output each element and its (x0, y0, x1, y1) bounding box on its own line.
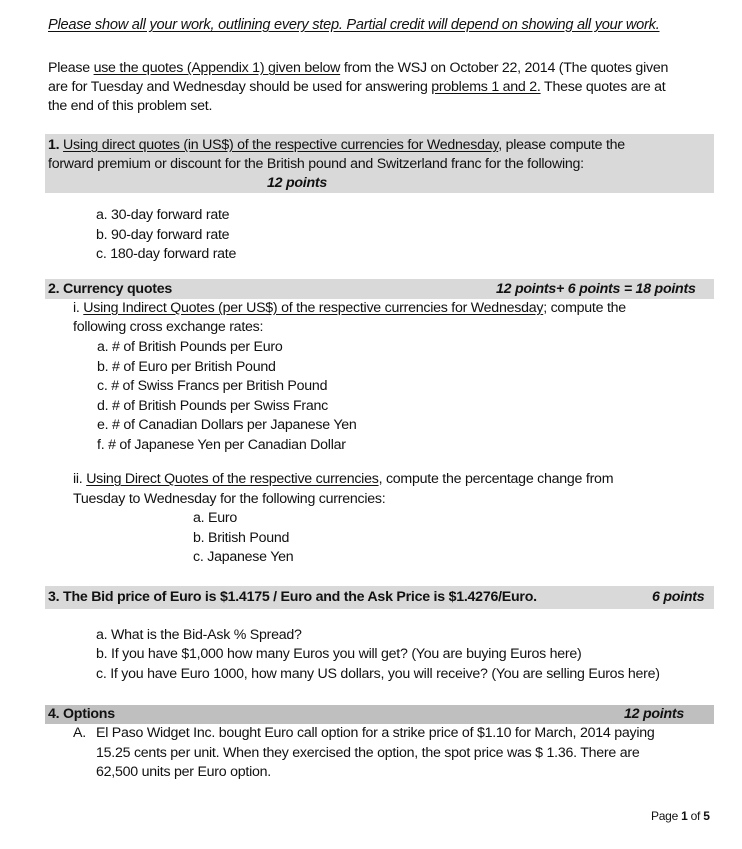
q1-points: 12 points (267, 175, 328, 191)
intro-line-1: Please use the quotes (Appendix 1) given… (48, 59, 668, 78)
q2-part-ii-item: a. Euro (193, 510, 237, 526)
q2-part-i-item: d. # of British Pounds per Swiss Franc (97, 398, 329, 414)
q1-rest: , please compute the (498, 137, 625, 153)
of-word: of (687, 809, 704, 823)
q4-A-line-2: 15.25 cents per unit. When they exercise… (96, 745, 640, 761)
q2-part-i-item: f. # of Japanese Yen per Canadian Dollar (97, 437, 346, 453)
q3-title: 3. The Bid price of Euro is $1.4175 / Eu… (48, 589, 537, 605)
q2-part-ii-prefix: ii. (73, 471, 87, 487)
q1-line-1: 1. Using direct quotes (in US$) of the r… (48, 136, 625, 155)
intro-line2-post: These quotes are at (540, 79, 666, 95)
q2-points: 12 points+ 6 points = 18 points (496, 281, 696, 297)
q2-part-i-item: c. # of Swiss Francs per British Pound (97, 378, 328, 394)
page-word: Page (651, 809, 682, 823)
q3-item: c. If you have Euro 1000, how many US do… (96, 666, 660, 682)
appendix-link[interactable]: use the quotes (Appendix 1) given below (94, 60, 341, 76)
q2-part-ii-item: c. Japanese Yen (193, 549, 294, 565)
q2-part-ii-rest: , compute the percentage change from (378, 471, 614, 487)
instruction-text: Please show all your work, outlining eve… (48, 17, 660, 33)
q3-item: a. What is the Bid-Ask % Spread? (96, 627, 302, 643)
q2-part-i-line-1: i. Using Indirect Quotes (per US$) of th… (73, 299, 626, 318)
q2-part-i-prefix: i. (73, 300, 84, 316)
intro-line-2: are for Tuesday and Wednesday should be … (48, 78, 666, 97)
q2-part-i-item: b. # of Euro per British Pound (97, 359, 276, 375)
q1-item: c. 180-day forward rate (96, 246, 237, 262)
q4-A-label: A. (73, 725, 86, 741)
q4-A-line-3: 62,500 units per Euro option. (96, 764, 271, 780)
intro-line-3: the end of this problem set. (48, 98, 213, 114)
q4-title: 4. Options (48, 706, 115, 722)
q2-part-i-rest: ; compute the (543, 300, 626, 316)
q2-part-ii-line-2: Tuesday to Wednesday for the following c… (73, 491, 386, 507)
q2-part-i-item: a. # of British Pounds per Euro (97, 339, 283, 355)
q4-A-line-1: El Paso Widget Inc. bought Euro call opt… (96, 725, 655, 741)
q4-header-band (45, 705, 714, 724)
intro-line2-pre: are for Tuesday and Wednesday should be … (48, 79, 432, 95)
total-pages: 5 (703, 809, 710, 823)
q3-points: 6 points (652, 589, 705, 605)
intro-mid: from the WSJ on October 22, 2014 (The qu… (340, 60, 669, 76)
q2-part-i-item: e. # of Canadian Dollars per Japanese Ye… (97, 417, 357, 433)
q4-points: 12 points (624, 706, 685, 722)
q2-part-ii-line-1: ii. Using Direct Quotes of the respectiv… (73, 470, 614, 489)
intro-pre: Please (48, 60, 94, 76)
problems-link[interactable]: problems 1 and 2. (431, 79, 541, 95)
page-number: Page 1 of 5 (651, 807, 710, 826)
q1-underlined: Using direct quotes (in US$) of the resp… (63, 137, 499, 153)
q2-part-i-line-2: following cross exchange rates: (73, 319, 264, 335)
q1-item: a. 30-day forward rate (96, 207, 230, 223)
q1-item: b. 90-day forward rate (96, 227, 230, 243)
q2-part-ii-item: b. British Pound (193, 530, 290, 546)
q2-title: 2. Currency quotes (48, 281, 173, 297)
q2-part-i-underlined: Using Indirect Quotes (per US$) of the r… (83, 300, 544, 316)
q1-line-2: forward premium or discount for the Brit… (48, 156, 584, 172)
q3-item: b. If you have $1,000 how many Euros you… (96, 646, 582, 662)
q2-part-ii-underlined: Using Direct Quotes of the respective cu… (86, 471, 379, 487)
q1-number: 1. (48, 137, 60, 153)
